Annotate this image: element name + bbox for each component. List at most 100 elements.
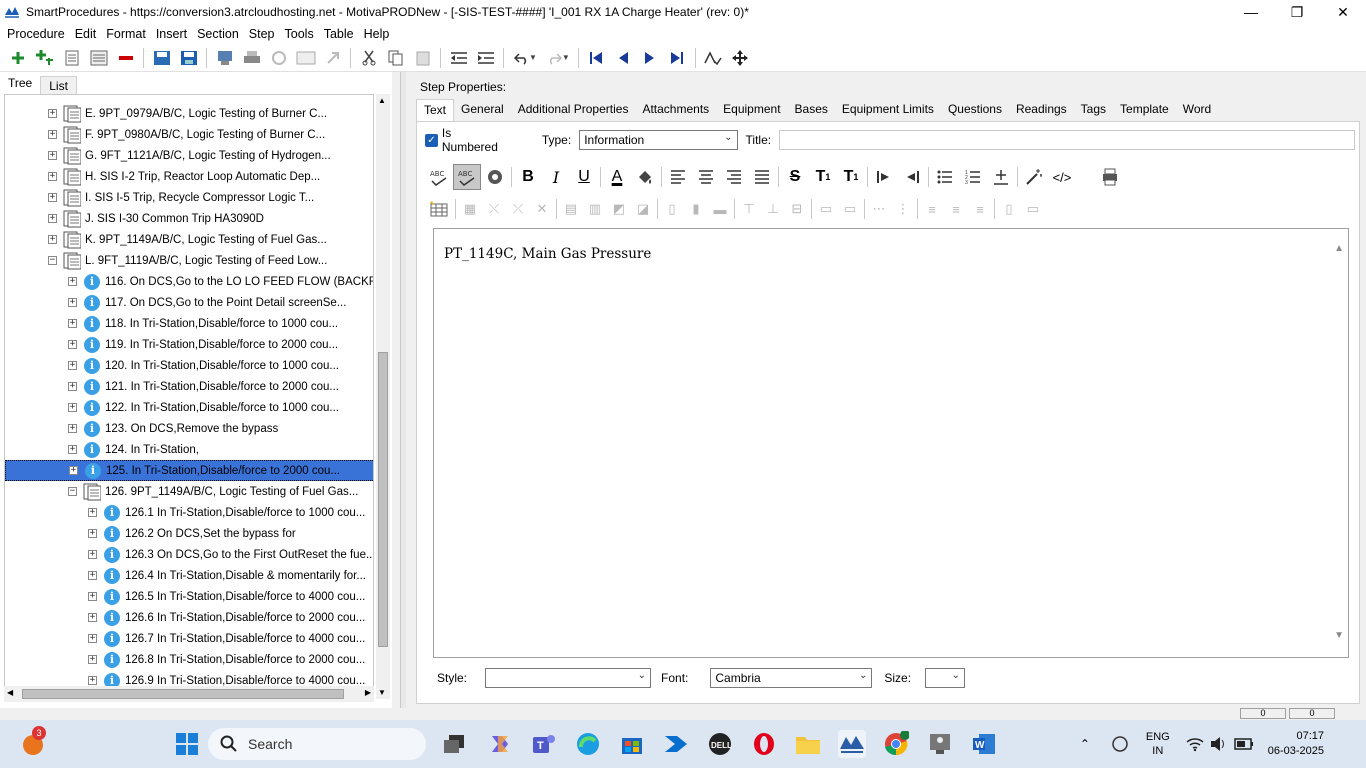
tab-general[interactable]: General	[454, 99, 511, 121]
tab-questions[interactable]: Questions	[941, 99, 1009, 121]
expand-icon[interactable]: +	[68, 403, 77, 412]
taskbar-search[interactable]: Search	[208, 728, 426, 760]
smartprocedures-taskbar-icon[interactable]	[838, 730, 866, 758]
tree-item[interactable]: + J. SIS I-30 Common Trip HA3090D	[5, 208, 264, 229]
procedure-tree[interactable]: + E. 9PT_0979A/B/C, Logic Testing of Burn…	[4, 94, 374, 699]
expand-icon[interactable]: +	[88, 571, 97, 580]
tree-item[interactable]: + i 126.2 On DCS,Set the bypass for	[5, 523, 296, 544]
tab-equipment[interactable]: Equipment	[716, 99, 787, 121]
tree-item[interactable]: + i 121. In Tri-Station,Disable/force to 2…	[5, 376, 339, 397]
delete-table-icon[interactable]: ✕	[530, 196, 554, 222]
tree-item[interactable]: + i 116. On DCS,Go to the LO LO FEED FLOW …	[5, 271, 373, 292]
row-height-icon[interactable]: ▭	[814, 196, 838, 222]
task-view-icon[interactable]	[440, 730, 468, 758]
expand-icon[interactable]: +	[68, 277, 77, 286]
publish-icon[interactable]	[211, 46, 238, 70]
rich-text-editor[interactable]: PT_1149C, Main Gas Pressure ▲ ▼	[433, 228, 1349, 658]
teams-icon[interactable]: T	[530, 730, 558, 758]
dell-icon[interactable]: DELL	[706, 730, 734, 758]
expand-icon[interactable]: +	[88, 655, 97, 664]
delete-row-icon[interactable]: ⤬	[482, 196, 506, 222]
expand-icon[interactable]: +	[68, 445, 77, 454]
outdent-icon[interactable]	[445, 46, 472, 70]
menu-procedure[interactable]: Procedure	[2, 25, 70, 43]
tree-item[interactable]: + i 122. In Tri-Station,Disable/force to 1…	[5, 397, 339, 418]
expand-icon[interactable]: +	[88, 550, 97, 559]
tab-tags[interactable]: Tags	[1074, 99, 1113, 121]
html-source-icon[interactable]: </>	[1048, 164, 1076, 190]
align-center-icon[interactable]	[692, 164, 720, 190]
menu-step[interactable]: Step	[244, 25, 280, 43]
tree-item[interactable]: + i 126.5 In Tri-Station,Disable/force to …	[5, 586, 365, 607]
menu-format[interactable]: Format	[101, 25, 151, 43]
style-select[interactable]: ⌄	[485, 668, 652, 688]
tree-item[interactable]: + i 120. In Tri-Station,Disable/force to 1…	[5, 355, 339, 376]
previous-record-icon[interactable]	[610, 46, 637, 70]
table-properties-icon[interactable]: ▦	[458, 196, 482, 222]
cell-properties-icon[interactable]: ▤	[559, 196, 583, 222]
power-automate-icon[interactable]	[662, 730, 690, 758]
tab-list[interactable]: List	[40, 76, 77, 94]
expand-icon[interactable]: +	[88, 592, 97, 601]
expand-icon[interactable]: +	[48, 109, 57, 118]
print-icon[interactable]	[238, 46, 265, 70]
thesaurus-icon[interactable]	[481, 164, 509, 190]
scroll-thumb[interactable]	[378, 352, 388, 647]
tab-template[interactable]: Template	[1113, 99, 1176, 121]
type-select[interactable]: Information ⌄	[579, 130, 738, 150]
tab-text[interactable]: Text	[416, 99, 455, 121]
insert-horizontal-rule-icon[interactable]	[987, 164, 1015, 190]
tab-tree[interactable]: Tree	[0, 72, 41, 94]
expand-icon[interactable]: +	[68, 382, 77, 391]
expand-icon[interactable]: +	[88, 508, 97, 517]
scroll-right-icon[interactable]: ▶	[365, 688, 371, 697]
tree-item[interactable]: + i 126.4 In Tri-Station,Disable & momenta…	[5, 565, 366, 586]
cell-align-center-icon[interactable]: ≡	[944, 196, 968, 222]
justify-icon[interactable]	[748, 164, 776, 190]
tree-item[interactable]: + i 118. In Tri-Station,Disable/force to 1…	[5, 313, 338, 334]
menu-tools[interactable]: Tools	[280, 25, 319, 43]
horizontal-text-icon[interactable]: ▭	[1021, 196, 1045, 222]
add-child-icon[interactable]	[31, 46, 58, 70]
tab-equipment-limits[interactable]: Equipment Limits	[835, 99, 941, 121]
expand-icon[interactable]: +	[88, 634, 97, 643]
align-left-icon[interactable]	[664, 164, 692, 190]
show-hidden-icons-icon[interactable]: ⌃	[1080, 737, 1090, 751]
insert-col-left-icon[interactable]: ▯	[660, 196, 684, 222]
split-cells-icon[interactable]: ◩	[607, 196, 631, 222]
cell-align-left-icon[interactable]: ≡	[920, 196, 944, 222]
maximize-button[interactable]: ❐	[1274, 0, 1320, 24]
menu-insert[interactable]: Insert	[151, 25, 192, 43]
start-windows-icon[interactable]	[173, 730, 201, 758]
magic-wand-icon[interactable]	[1020, 164, 1048, 190]
indent-icon[interactable]	[472, 46, 499, 70]
italic-icon[interactable]: I	[542, 164, 570, 190]
store-icon[interactable]	[618, 730, 646, 758]
collapse-icon[interactable]: −	[48, 256, 57, 265]
insert-col-right-icon[interactable]: ▮	[684, 196, 708, 222]
strikethrough-icon[interactable]: S	[781, 164, 809, 190]
expand-icon[interactable]: +	[68, 340, 77, 349]
scroll-left-icon[interactable]: ◀	[7, 688, 13, 697]
collapse-icon[interactable]: −	[68, 487, 77, 496]
delete-row-alt-icon[interactable]: ⊟	[785, 196, 809, 222]
close-button[interactable]: ✕	[1320, 0, 1366, 24]
tree-vertical-scrollbar[interactable]: ▲ ▼	[376, 94, 390, 699]
tree-item[interactable]: + F. 9PT_0980A/B/C, Logic Testing of Burn…	[5, 124, 325, 145]
font-select[interactable]: Cambria ⌄	[710, 668, 873, 688]
chevron-down-icon[interactable]: ▼	[529, 53, 537, 62]
expand-icon[interactable]: +	[68, 298, 77, 307]
tree-item[interactable]: + i 126.1 In Tri-Station,Disable/force to …	[5, 502, 365, 523]
expand-icon[interactable]: +	[68, 424, 77, 433]
scroll-up-icon[interactable]: ▲	[378, 96, 386, 105]
insert-row-icon[interactable]: ▬	[708, 196, 732, 222]
menu-table[interactable]: Table	[319, 25, 359, 43]
bullet-list-icon[interactable]	[931, 164, 959, 190]
clock[interactable]: 07:17 06-03-2025	[1268, 729, 1324, 759]
insert-table-icon[interactable]	[425, 196, 453, 222]
align-right-icon[interactable]	[720, 164, 748, 190]
chevron-down-icon[interactable]: ▼	[1334, 630, 1344, 641]
document-list-icon[interactable]	[85, 46, 112, 70]
menu-help[interactable]: Help	[359, 25, 395, 43]
tree-item[interactable]: + i 126.3 On DCS,Go to the First OutReset …	[5, 544, 373, 565]
